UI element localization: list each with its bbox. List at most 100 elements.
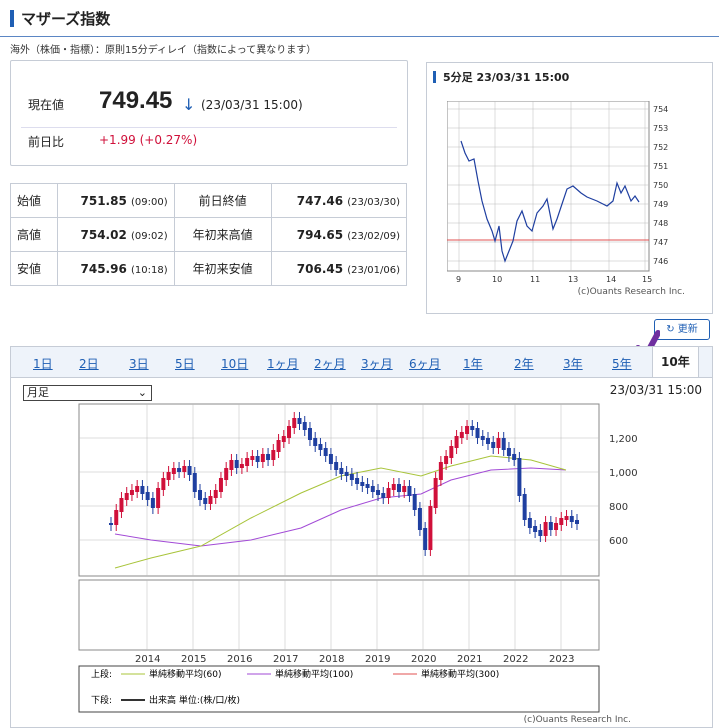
x-tick: 2015 (181, 654, 206, 665)
candle-body (208, 496, 213, 504)
ytd-high-value: 794.65 (23/02/09) (270, 217, 408, 252)
candle-body (245, 458, 250, 466)
y-tick: 752 (653, 143, 668, 152)
x-tick: 2023 (549, 654, 574, 665)
candle-body (376, 490, 381, 495)
candle-body (224, 468, 229, 480)
candle-body (517, 458, 522, 496)
candle-body (480, 436, 485, 440)
candle-body (161, 478, 166, 490)
tab-8[interactable]: 6ヶ月 (409, 355, 441, 372)
candle-body (433, 478, 438, 508)
candle-body (276, 440, 281, 452)
candle-body (198, 490, 203, 500)
candle-body (213, 490, 218, 498)
tab-6[interactable]: 2ヶ月 (314, 355, 346, 372)
candle-body (318, 444, 323, 450)
candle-body (391, 484, 396, 490)
legend-ma60: 単純移動平均(60) (149, 668, 221, 680)
candle-body (109, 523, 113, 525)
candle-body (491, 442, 496, 448)
long-term-chart-panel: 月足 ⌄ 23/03/31 15:00 1,200 1,000 800 600 2014… (10, 376, 713, 728)
tab-0[interactable]: 1日 (33, 355, 53, 372)
x-tick: 2019 (365, 654, 390, 665)
intraday-chart-title: 5分足 23/03/31 15:00 (443, 71, 570, 84)
y-tick: 749 (653, 200, 668, 209)
y-tick: 751 (653, 162, 668, 171)
candle-body (203, 498, 208, 504)
candle-body (417, 508, 422, 530)
tab-11[interactable]: 3年 (563, 355, 583, 372)
x-tick: 2021 (457, 654, 482, 665)
tab-9[interactable]: 1年 (463, 355, 483, 372)
chart-timestamp: 23/03/31 15:00 (609, 383, 702, 397)
candle-body (459, 432, 464, 438)
main-chart-credit: (c)Ouants Research Inc. (524, 715, 631, 725)
candle-body (150, 498, 155, 508)
tab-10[interactable]: 2年 (514, 355, 534, 372)
candle-body (192, 473, 197, 492)
candle-body (454, 436, 459, 448)
candle-body (124, 493, 129, 500)
current-price-box: 現在値 749.45 ↓ (23/03/31 15:00) 前日比 +1.99 … (10, 60, 408, 166)
candle-body (334, 462, 339, 470)
x-tick: 10 (492, 275, 502, 284)
y-tick: 800 (609, 502, 628, 513)
candle-body (302, 422, 307, 430)
tab-2[interactable]: 3日 (129, 355, 149, 372)
candle-body (266, 454, 271, 460)
candle-body (423, 528, 428, 550)
down-arrow-icon: ↓ (182, 95, 196, 114)
change-label: 前日比 (28, 135, 65, 149)
tab-4[interactable]: 10日 (221, 355, 248, 372)
intraday-chart-panel: 5分足 23/03/31 15:00 754 753 752 751 750 749 748… (426, 62, 713, 314)
refresh-button[interactable]: ↻ 更新 (654, 319, 710, 340)
tab-7[interactable]: 3ヶ月 (361, 355, 393, 372)
candle-body (402, 486, 407, 492)
candle-body (569, 516, 574, 522)
x-tick: 9 (456, 275, 461, 284)
current-price-value: 749.45 (99, 87, 173, 114)
delay-notice: 海外（株価・指標）：原則15分ディレイ（指数によって異なります） (10, 45, 317, 56)
candle-body (234, 460, 239, 468)
candle-body (287, 426, 292, 438)
y-tick: 754 (653, 105, 668, 114)
y-tick: 1,200 (609, 434, 638, 445)
candle-body (187, 466, 192, 475)
ytd-low-label: 年初来安値 (173, 251, 272, 286)
candle-body (428, 506, 433, 550)
x-tick: 2020 (411, 654, 436, 665)
tab-3[interactable]: 5日 (175, 355, 195, 372)
y-tick: 746 (653, 257, 668, 266)
x-tick: 13 (568, 275, 578, 284)
candle-body (281, 436, 286, 442)
candle-body (533, 526, 538, 532)
tab-13[interactable]: 10年 (652, 347, 699, 377)
page-title: マザーズ指数 (21, 10, 111, 28)
open-value: 751.85 (09:00) (57, 183, 175, 218)
candle-body (465, 426, 470, 434)
tab-5[interactable]: 1ヶ月 (267, 355, 299, 372)
table-row: 安値 745.96 (10:18) 年初来安値 706.45 (23/01/06… (10, 251, 408, 286)
low-value: 745.96 (10:18) (57, 251, 175, 286)
candle-body (501, 438, 506, 450)
y-tick: 600 (609, 536, 628, 547)
candle-body (444, 456, 449, 464)
low-label: 安値 (10, 251, 58, 286)
candle-body (575, 520, 579, 524)
candle-body (339, 468, 344, 474)
candle-body (307, 428, 312, 440)
candle-body (313, 438, 318, 446)
candle-body (522, 494, 527, 520)
x-tick: 2018 (319, 654, 344, 665)
candle-body (548, 522, 553, 530)
y-tick: 753 (653, 124, 668, 133)
candle-body (166, 472, 171, 480)
refresh-icon: ↻ (666, 324, 675, 335)
legend-volume: 出来高 単位:(株/口/枚) (149, 694, 240, 706)
tab-1[interactable]: 2日 (79, 355, 99, 372)
tab-12[interactable]: 5年 (612, 355, 632, 372)
x-tick: 14 (606, 275, 616, 284)
candle-body (177, 468, 182, 472)
candle-body (323, 448, 328, 456)
